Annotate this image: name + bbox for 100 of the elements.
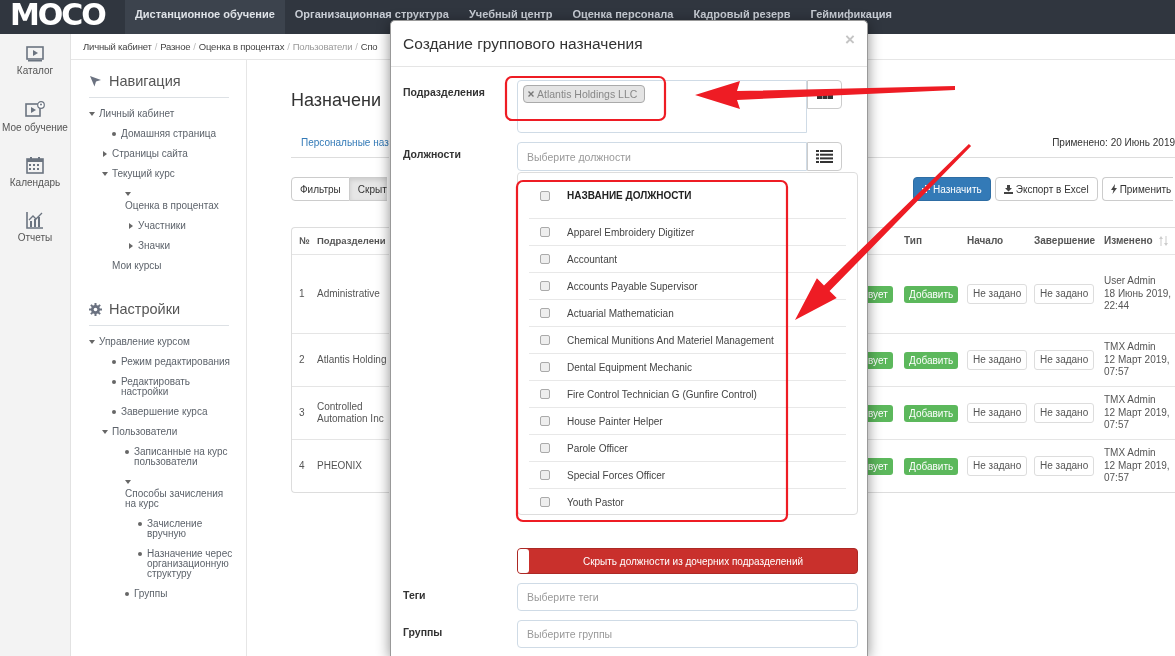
checkbox[interactable] [540, 335, 550, 345]
bullet-icon [138, 552, 142, 556]
table-cell-text: 2 [298, 353, 306, 367]
tree-link[interactable]: Пользователи [112, 427, 236, 437]
position-name: Chemical Munitions And Materiel Management [567, 334, 774, 346]
tree-link[interactable]: Мои курсы [112, 261, 236, 271]
toggle-button[interactable]: Фильтры [291, 177, 350, 201]
position-name: Special Forces Officer [567, 469, 666, 481]
checkbox[interactable] [540, 470, 550, 480]
logo[interactable]: MOCO [10, 0, 105, 32]
section-title: Навигация [109, 73, 181, 89]
page-title: Назначени [291, 89, 382, 112]
checkbox[interactable] [540, 497, 550, 507]
modal-title: Создание группового назначения [403, 34, 643, 53]
tree-link[interactable]: Редактировать настройки [121, 377, 236, 397]
column-header: НАЗВАНИЕ ДОЛЖНОСТИ [567, 190, 692, 201]
caret-icon[interactable] [102, 151, 108, 157]
field-label: Группы [403, 625, 444, 640]
caret-icon[interactable] [128, 223, 134, 229]
caret-icon[interactable] [102, 171, 108, 177]
table-cell-text: 1 [298, 287, 306, 301]
caret-icon[interactable] [125, 191, 131, 197]
column-header[interactable]: Изменено [1104, 234, 1153, 248]
tree-link[interactable]: Участники [138, 221, 236, 231]
checkbox[interactable] [540, 227, 550, 237]
menu-item[interactable]: Дистанционное обучение [125, 0, 285, 34]
remove-icon[interactable] [528, 91, 534, 97]
export-button[interactable]: Экспорт в Excel [994, 177, 1098, 201]
position-name: Accounts Payable Supervisor [567, 280, 698, 292]
apply-button[interactable]: Применить [1101, 177, 1174, 201]
checkbox[interactable] [540, 443, 550, 453]
tree-link[interactable]: Управление курсом [99, 337, 236, 347]
table-cell-text: Administrative [316, 287, 381, 301]
separator: / [355, 41, 358, 52]
caret-icon[interactable] [102, 429, 108, 435]
table-cell-text: Controlled Automation Inc [316, 400, 385, 426]
table-cell-text: Atlantis Holding [316, 353, 388, 367]
rail-link[interactable]: Мое обучение [2, 122, 68, 133]
tree-link[interactable]: Оценка в процентах [125, 201, 236, 211]
positions-field[interactable]: Выберите должности [517, 142, 807, 171]
tree-link[interactable]: Зачисление вручную [147, 519, 236, 539]
tree-link[interactable]: Завершение курса [121, 407, 236, 417]
toggle-button[interactable]: Скрыт [349, 177, 387, 201]
checkbox[interactable] [540, 389, 550, 399]
tab-link[interactable]: Персональные наз [301, 137, 389, 148]
status-badge: вует [867, 351, 893, 369]
toggle-switch[interactable]: Скрыть должности из дочерних подразделений [517, 548, 858, 574]
tree-link[interactable]: Личный кабинет [99, 109, 236, 119]
tree-link[interactable]: Записанные на курс пользователи [134, 447, 236, 467]
column-header: Завершение [1034, 234, 1096, 248]
column-header: Начало [967, 234, 1004, 248]
calendar-icon [26, 156, 44, 174]
checkbox[interactable] [540, 281, 550, 291]
position-name: Actuarial Mathematician [567, 307, 674, 319]
type-badge: Добавить [904, 457, 959, 475]
bolt-icon [1110, 184, 1117, 194]
date-badge: Не задано [1034, 456, 1095, 476]
breadcrumb-link[interactable]: Разное [160, 41, 191, 52]
rail-link[interactable]: Каталог [16, 65, 54, 76]
table-cell-text: User Admin 18 Июнь 2019, 22:44 [1103, 275, 1173, 313]
caret-icon[interactable] [125, 479, 131, 485]
tree-link[interactable]: Значки [138, 241, 236, 251]
field-label: Подразделения [403, 85, 486, 100]
checkbox[interactable] [540, 254, 550, 264]
date-badge: Не задано [967, 456, 1028, 476]
video-icon [26, 46, 44, 62]
breadcrumb-link[interactable]: Личный кабинет [83, 41, 152, 52]
bullet-icon [112, 410, 116, 414]
tree-link[interactable]: Способы зачисления на курс [125, 489, 236, 509]
tree-link[interactable]: Режим редактирования [121, 357, 236, 367]
breadcrumb-link[interactable]: Оценка в процентах [198, 41, 285, 52]
tree-link[interactable]: Текущий курс [112, 169, 236, 179]
position-name: Youth Pastor [567, 496, 624, 508]
rail-link[interactable]: Отчеты [17, 232, 53, 243]
bullet-icon [112, 132, 116, 136]
gear-icon[interactable] [89, 302, 102, 316]
position-name: House Painter Helper [567, 415, 663, 427]
checkbox[interactable] [540, 190, 550, 201]
position-name: Fire Control Technician G (Gunfire Control) [567, 388, 757, 400]
tree-link[interactable]: Группы [134, 589, 236, 599]
groups-input[interactable]: Выберите группы [517, 620, 858, 648]
checkbox[interactable] [540, 308, 550, 318]
menu-item[interactable]: Организационная структура [284, 0, 459, 34]
rail-link[interactable]: Календарь [9, 177, 61, 188]
caret-icon[interactable] [89, 339, 95, 345]
position-name: Accountant [567, 253, 618, 265]
tree-link[interactable]: Назначение черес организационную структуру [147, 549, 236, 579]
section-title: Настройки [109, 301, 181, 317]
list-button[interactable] [807, 142, 842, 171]
checkbox[interactable] [540, 362, 550, 372]
tree-link[interactable]: Домашняя страница [121, 129, 236, 139]
assign-button[interactable]: Назначить [913, 177, 991, 201]
table-cell-text: PHEONIX [316, 459, 363, 473]
caret-icon[interactable] [89, 111, 95, 117]
tree-link[interactable]: Страницы сайта [112, 149, 236, 159]
tags-input[interactable]: Выберите теги [517, 583, 858, 611]
checkbox[interactable] [540, 416, 550, 426]
breadcrumb-link[interactable]: Спо [360, 41, 378, 52]
caret-icon[interactable] [128, 243, 134, 249]
status-badge: вует [867, 285, 893, 303]
